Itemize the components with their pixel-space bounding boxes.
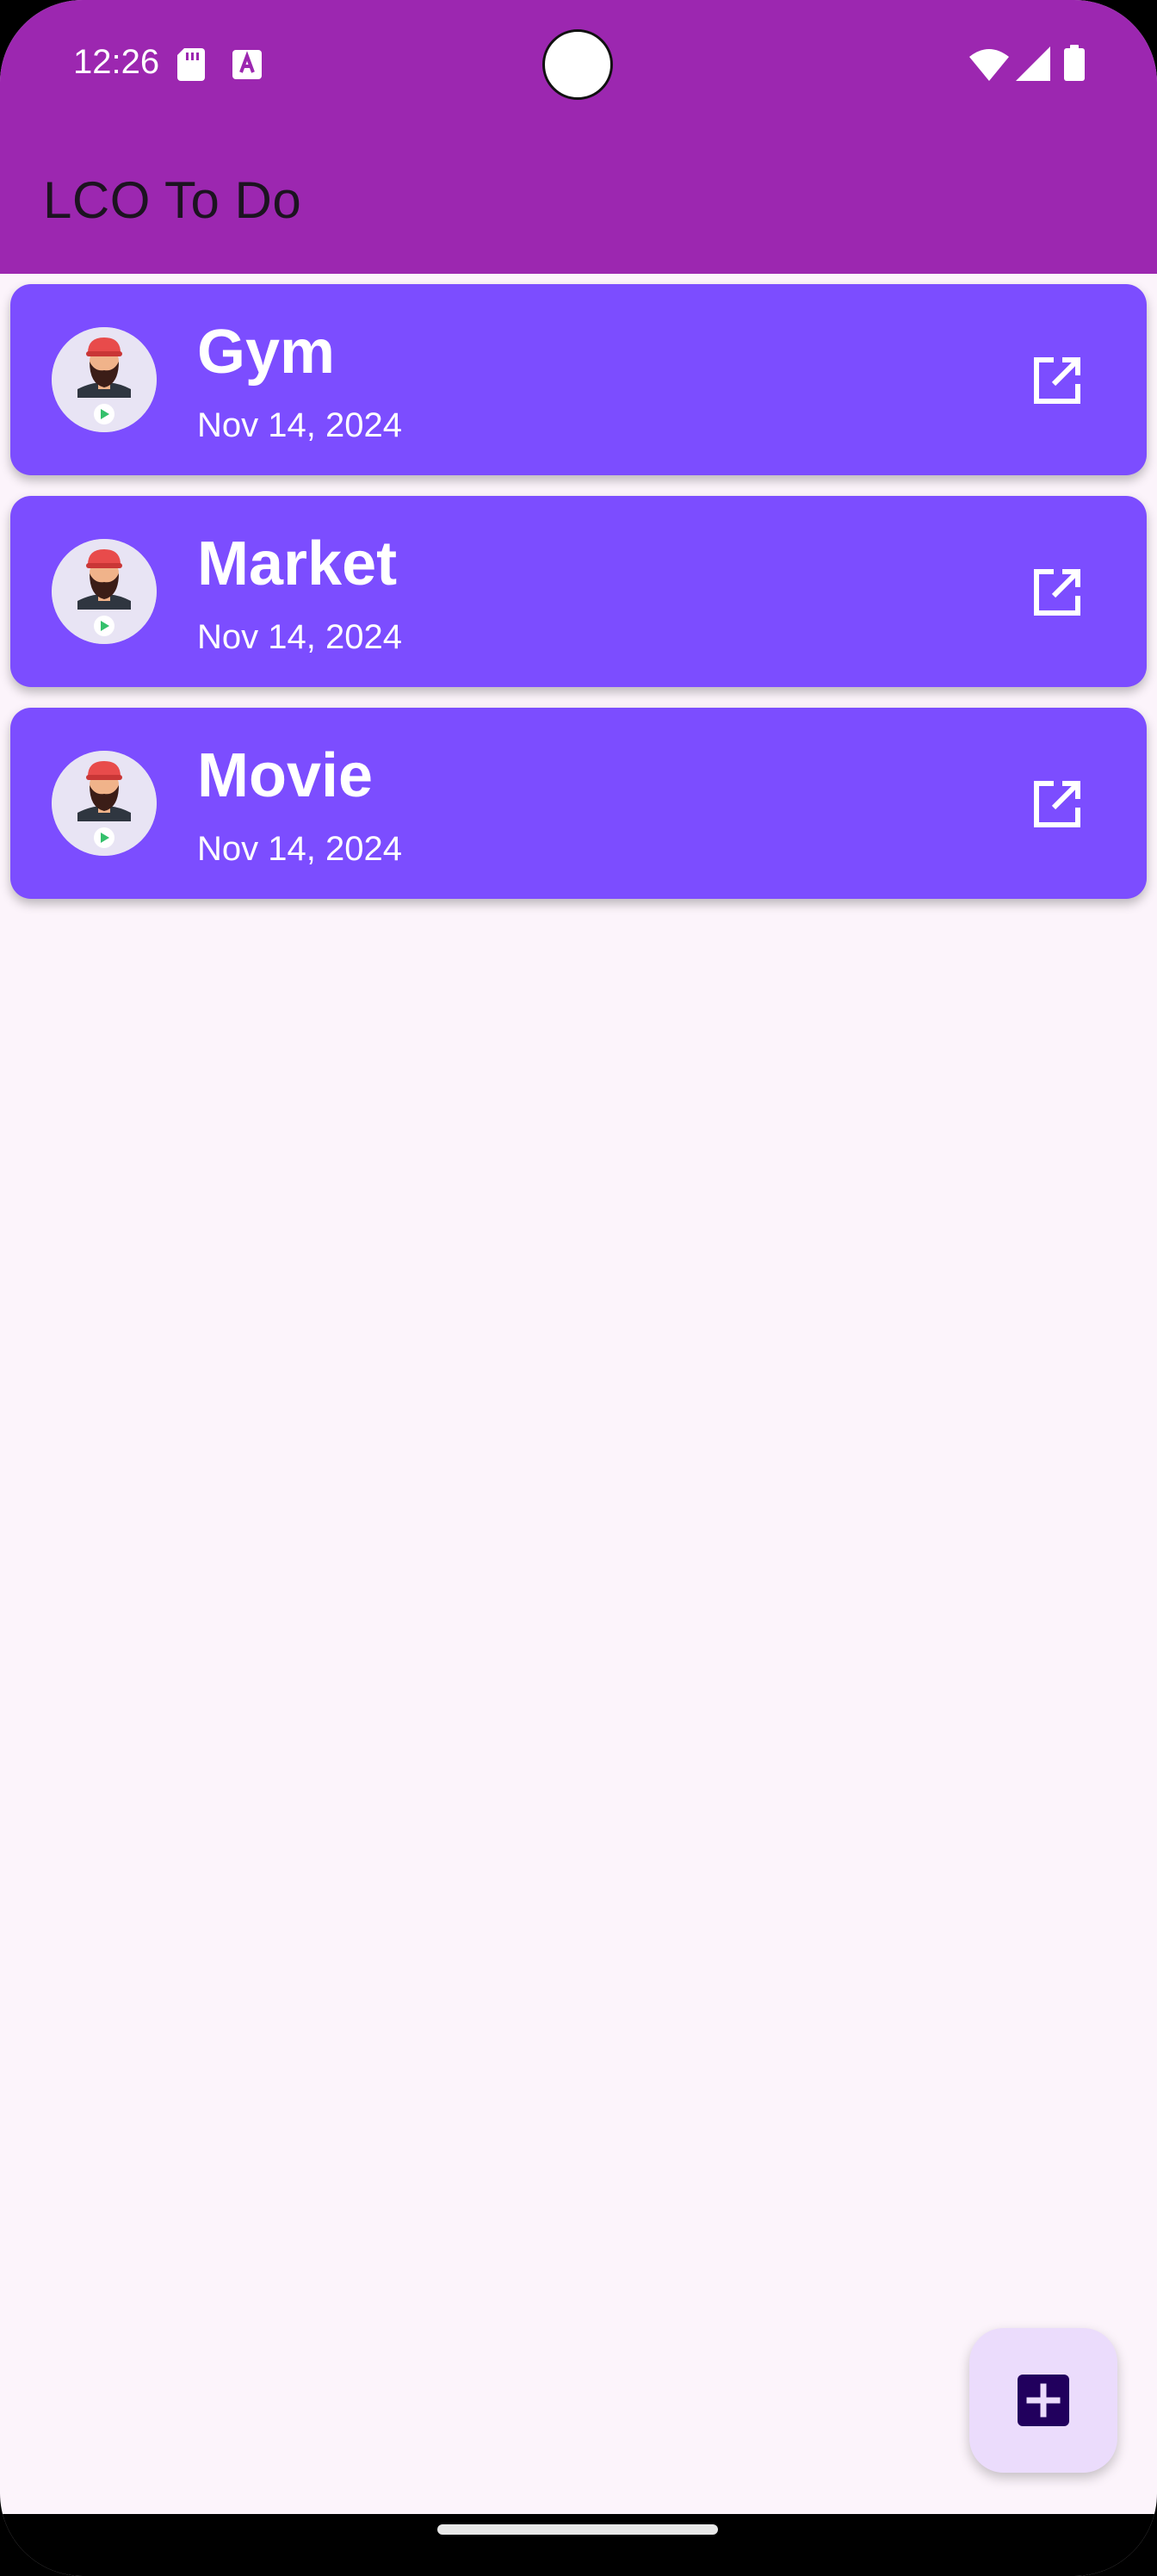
todo-card[interactable]: Gym Nov 14, 2024 xyxy=(10,284,1147,475)
todo-card[interactable]: Movie Nov 14, 2024 xyxy=(10,708,1147,899)
text-a-icon xyxy=(232,50,262,79)
todo-date: Nov 14, 2024 xyxy=(197,406,402,444)
wifi-icon xyxy=(969,49,1009,81)
camera-cutout xyxy=(542,29,613,100)
status-bar: 12:26 xyxy=(0,0,1157,129)
todo-title: Market xyxy=(197,529,398,598)
gesture-handle[interactable] xyxy=(437,2524,718,2535)
navigation-bar xyxy=(0,2514,1157,2576)
app-title: LCO To Do xyxy=(43,171,302,229)
todo-date: Nov 14, 2024 xyxy=(197,618,402,656)
todo-title: Movie xyxy=(197,741,374,810)
bearded-man-avatar-icon xyxy=(52,751,157,856)
top-app-bar: 12:26 LCO To Do xyxy=(0,0,1157,274)
avatar xyxy=(52,751,157,856)
open-in-new-icon[interactable] xyxy=(1030,353,1085,408)
battery-icon xyxy=(1064,45,1085,81)
avatar xyxy=(52,539,157,644)
open-in-new-icon[interactable] xyxy=(1030,777,1085,832)
todo-title: Gym xyxy=(197,318,336,387)
status-time: 12:26 xyxy=(73,43,160,81)
bearded-man-avatar-icon xyxy=(52,539,157,644)
cell-signal-icon xyxy=(1016,46,1050,81)
sd-card-icon xyxy=(177,48,205,81)
add-box-icon xyxy=(1018,2375,1069,2426)
avatar xyxy=(52,327,157,432)
phone-screen: 12:26 LCO To Do Gym Nov 14, 2024 Market … xyxy=(0,0,1157,2576)
bearded-man-avatar-icon xyxy=(52,327,157,432)
todo-date: Nov 14, 2024 xyxy=(197,830,402,868)
add-todo-fab[interactable] xyxy=(969,2328,1117,2473)
open-in-new-icon[interactable] xyxy=(1030,565,1085,620)
todo-card[interactable]: Market Nov 14, 2024 xyxy=(10,496,1147,687)
